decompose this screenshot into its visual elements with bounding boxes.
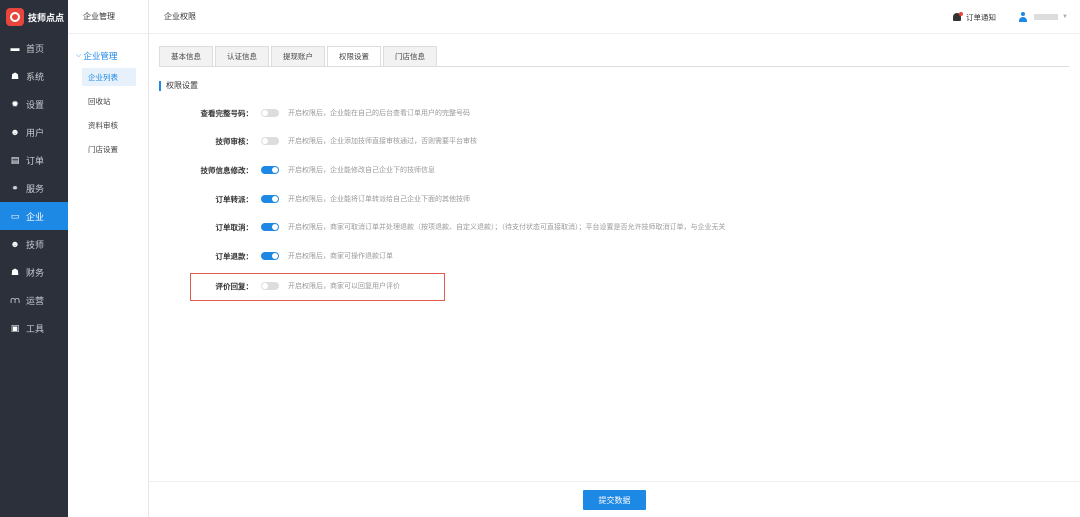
- highlight-box: [190, 273, 445, 301]
- subnav-group-enterprise[interactable]: ⌵ 企业管理: [68, 34, 148, 62]
- toggle-knob: [262, 110, 268, 116]
- section-title: 权限设置: [159, 81, 198, 91]
- subnav-item-1[interactable]: 回收站: [82, 92, 136, 110]
- tab-1[interactable]: 认证信息: [215, 46, 269, 67]
- permission-row: 查看完整号码： 开启权限后，企业能在自己的后台查看订单用户的完整号码: [149, 106, 471, 120]
- username-redacted[interactable]: [1034, 14, 1059, 20]
- toggle-knob: [272, 196, 278, 202]
- permission-description: 开启权限后，企业添加技师直接审核通过，否则需要平台审核: [288, 138, 477, 145]
- sidebar-item-label: 企业: [26, 211, 45, 222]
- sidebar: 技师点点 ▬ 首页 ☗ 系统 ✹ 设置 ☻ 用户 ▤ 订单 ⚭ 服务 ▭ 企业 ☻ 技师 ☗ 财务 ⩋ 运营 ▣ 工具: [0, 0, 68, 517]
- sidebar-item-label: 首页: [26, 43, 45, 54]
- sidebar-item-0[interactable]: ▬ 首页: [0, 34, 68, 62]
- technician-icon: ☻: [10, 239, 20, 249]
- toggle-knob: [272, 224, 278, 230]
- sidebar-item-9[interactable]: ⩋ 运营: [0, 286, 68, 314]
- app-logo[interactable]: 技师点点: [0, 0, 68, 34]
- subnav-item-3[interactable]: 门店设置: [82, 140, 136, 158]
- toggle-knob: [272, 167, 278, 173]
- permission-description: 开启权限后，商家可取消订单并处理退款（按项退款、自定义退款）；（待支付状态可直接…: [288, 224, 726, 231]
- permission-row: 订单取消： 开启权限后，商家可取消订单并处理退款（按项退款、自定义退款）；（待支付…: [149, 220, 726, 234]
- permission-description: 开启权限后，企业能修改自己企业下的技师信息: [288, 167, 435, 174]
- bell-icon[interactable]: [952, 12, 964, 22]
- sub-navigation: 企业管理 ⌵ 企业管理 企业列表回收站资料审核门店设置: [68, 0, 149, 517]
- permission-toggle[interactable]: [261, 166, 279, 174]
- tab-bar: 基本信息 认证信息 提现账户 权限设置 门店信息: [159, 46, 439, 67]
- enterprise-icon: ▭: [10, 210, 20, 221]
- tab-divider: [159, 66, 1069, 67]
- permission-description: 开启权限后，企业能在自己的后台查看订单用户的完整号码: [288, 110, 470, 117]
- tab-4[interactable]: 门店信息: [383, 46, 437, 67]
- permission-description: 开启权限后，企业能将订单转派给自己企业下面的其他技师: [288, 196, 470, 203]
- sidebar-item-6[interactable]: ▭ 企业: [0, 202, 68, 230]
- sidebar-item-label: 设置: [26, 99, 45, 110]
- subnav-title: 企业管理: [68, 0, 148, 34]
- tab-0[interactable]: 基本信息: [159, 46, 213, 67]
- permission-label: 订单退款：: [215, 251, 254, 261]
- order-icon: ▤: [10, 154, 20, 165]
- permission-toggle[interactable]: [261, 137, 279, 145]
- tab-3[interactable]: 权限设置: [327, 46, 381, 67]
- breadcrumb: 企业权限: [164, 12, 196, 21]
- sidebar-item-8[interactable]: ☗ 财务: [0, 258, 68, 286]
- sidebar-item-label: 运营: [26, 295, 45, 306]
- sidebar-item-label: 技师: [26, 239, 45, 250]
- finance-icon: ☗: [10, 266, 20, 277]
- permission-toggle[interactable]: [261, 195, 279, 203]
- user-avatar-icon[interactable]: [1018, 12, 1028, 22]
- permission-label: 订单取消：: [215, 222, 254, 232]
- toggle-knob: [262, 138, 268, 144]
- sidebar-item-5[interactable]: ⚭ 服务: [0, 174, 68, 202]
- app-title: 技师点点: [28, 12, 65, 23]
- gear-icon: ✹: [11, 98, 19, 109]
- permission-description: 开启权限后，商家可操作退款订单: [288, 253, 393, 260]
- permission-toggle[interactable]: [261, 252, 279, 260]
- sidebar-item-label: 用户: [26, 127, 45, 138]
- tab-2[interactable]: 提现账户: [271, 46, 325, 67]
- order-notice-link[interactable]: 订单通知: [966, 12, 996, 23]
- sidebar-item-label: 系统: [26, 71, 45, 82]
- submit-button[interactable]: 提交数据: [583, 490, 646, 510]
- subnav-item-2[interactable]: 资料审核: [82, 116, 136, 134]
- permission-toggle[interactable]: [261, 223, 279, 231]
- caret-down-icon[interactable]: ▼: [1062, 14, 1068, 20]
- sidebar-item-4[interactable]: ▤ 订单: [0, 146, 68, 174]
- sidebar-item-7[interactable]: ☻ 技师: [0, 230, 68, 258]
- permission-label: 订单转派：: [215, 194, 254, 204]
- toggle-knob: [272, 253, 278, 259]
- sidebar-item-label: 财务: [26, 267, 45, 278]
- top-bar: 企业权限 订单通知 ▼: [149, 0, 1080, 34]
- permission-toggle[interactable]: [261, 109, 279, 117]
- chevron-down-icon: ⌵: [76, 52, 82, 59]
- permission-row: 订单退款： 开启权限后，商家可操作退款订单: [149, 249, 394, 263]
- org-icon: ☗: [10, 70, 20, 81]
- user-icon: ☻: [10, 127, 20, 137]
- sidebar-item-2[interactable]: ✹ 设置: [0, 90, 68, 118]
- sidebar-item-label: 订单: [26, 155, 45, 166]
- subnav-group-label: 企业管理: [83, 51, 118, 61]
- operation-icon: ⩋: [10, 294, 20, 305]
- permission-label: 技师信息修改：: [200, 165, 254, 175]
- monitor-icon: ▬: [10, 43, 20, 53]
- permission-label: 查看完整号码：: [200, 108, 254, 118]
- subnav-item-0[interactable]: 企业列表: [82, 68, 136, 86]
- logo-icon: [6, 8, 24, 26]
- sidebar-item-1[interactable]: ☗ 系统: [0, 62, 68, 90]
- sidebar-item-3[interactable]: ☻ 用户: [0, 118, 68, 146]
- permission-row: 技师信息修改： 开启权限后，企业能修改自己企业下的技师信息: [149, 163, 436, 177]
- sidebar-item-label: 服务: [26, 183, 45, 194]
- sidebar-item-label: 工具: [26, 323, 45, 334]
- permission-row: 技师审核： 开启权限后，企业添加技师直接审核通过，否则需要平台审核: [149, 134, 478, 148]
- toolbox-icon: ▣: [10, 322, 20, 333]
- permission-label: 技师审核：: [215, 136, 254, 146]
- link-icon: ⚭: [11, 182, 19, 193]
- sidebar-item-10[interactable]: ▣ 工具: [0, 314, 68, 342]
- permission-row: 订单转派： 开启权限后，企业能将订单转派给自己企业下面的其他技师: [149, 192, 471, 206]
